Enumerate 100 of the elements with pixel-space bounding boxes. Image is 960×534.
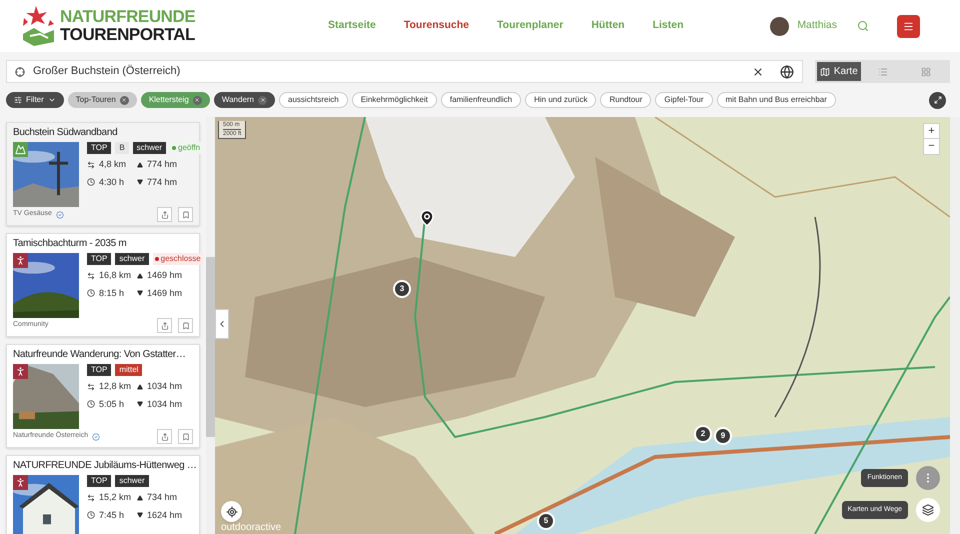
tour-title[interactable]: Buchstein Südwandband: [13, 126, 118, 139]
tour-tag: TOP: [87, 475, 112, 487]
distance-stat: 16,8 km: [87, 269, 137, 282]
zoom-out-button[interactable]: −: [924, 139, 939, 154]
filter-chip[interactable]: mit Bahn und Bus erreichbar: [716, 92, 836, 108]
filter-chip[interactable]: familienfreundlich: [440, 92, 522, 108]
crosshair-icon: [15, 66, 25, 76]
logo-text: TOURENPORTAL: [60, 26, 196, 44]
zoom-in-button[interactable]: +: [924, 124, 939, 139]
filter-chip[interactable]: Gipfel-Tour: [655, 92, 713, 108]
walking-person-icon: [13, 253, 28, 268]
bookmark-button[interactable]: [178, 318, 193, 333]
bookmark-icon: [182, 322, 190, 330]
remove-icon: [120, 96, 129, 104]
duration-stat: 7:45 h: [87, 508, 137, 522]
tour-tag: B: [115, 142, 129, 154]
menu-button[interactable]: [897, 14, 920, 38]
expand-icon: [934, 96, 942, 104]
up-triangle-icon: [137, 384, 143, 390]
filter-chip[interactable]: Wandern: [214, 92, 276, 108]
map-view-tab[interactable]: Karte: [817, 62, 861, 81]
search-field[interactable]: Großer Buchstein (Österreich): [6, 60, 803, 83]
clock-icon: [87, 178, 95, 186]
share-button[interactable]: [157, 318, 172, 333]
descent-stat: 1034 hm: [137, 398, 193, 411]
share-button[interactable]: [157, 207, 172, 222]
down-triangle-icon: [137, 290, 143, 296]
descent-stat: 1469 hm: [137, 286, 193, 300]
map-pin-icon: [418, 209, 436, 227]
logo-text: NATURFREUNDE: [60, 8, 196, 26]
menu-icon: [903, 20, 914, 32]
brand-logo: outdooractive: [221, 522, 282, 534]
down-triangle-icon: [137, 512, 143, 518]
nav-link[interactable]: Tourensuche: [404, 18, 470, 34]
filter-chip[interactable]: Top-Touren: [68, 92, 137, 108]
distance-stat: 15,2 km: [87, 491, 137, 504]
tour-tag: schwer: [132, 142, 166, 154]
walking-person-icon: [13, 364, 28, 379]
tour-tag: schwer: [115, 475, 149, 487]
filter-icon: [14, 96, 22, 104]
filter-button[interactable]: Filter: [6, 92, 64, 108]
clock-icon: [87, 511, 95, 520]
filter-chip[interactable]: Rundtour: [600, 92, 652, 108]
user-avatar[interactable]: [770, 16, 790, 36]
tour-tag: TOP: [87, 142, 112, 154]
grid-icon: [921, 66, 932, 76]
down-triangle-icon: [137, 401, 143, 408]
tour-card[interactable]: NATURFREUNDE Jubiläums-Hüttenweg … TOP schwer 15,2 km 734 hm 7:45 h 1624 hm: [6, 455, 200, 534]
search-icon: [857, 20, 869, 32]
duration-stat: 8:15 h: [87, 286, 137, 300]
status-tag: geöffn: [170, 142, 202, 154]
tour-tag: schwer: [115, 253, 149, 265]
fullscreen-button[interactable]: [929, 92, 946, 108]
tour-title[interactable]: Naturfreunde Wanderung: Von Gstatter…: [13, 348, 186, 361]
walking-person-icon: [13, 475, 28, 490]
share-icon: [160, 322, 168, 330]
up-triangle-icon: [137, 494, 143, 501]
filter-chip[interactable]: Einkehrmöglichkeit: [352, 92, 437, 108]
remove-icon: [258, 96, 268, 104]
close-icon: [752, 66, 764, 78]
tour-tag: mittel: [115, 364, 142, 376]
mountain-icon: [13, 142, 28, 157]
remove-icon: [192, 96, 202, 104]
distance-stat: 12,8 km: [87, 380, 137, 394]
duration-stat: 4:30 h: [87, 176, 137, 189]
up-triangle-icon: [137, 272, 143, 279]
bookmark-icon: [182, 210, 190, 218]
bookmark-button[interactable]: [178, 207, 193, 222]
ascent-stat: 1034 hm: [137, 380, 193, 394]
tour-tag: TOP: [87, 253, 112, 265]
bookmark-button[interactable]: [178, 429, 193, 444]
filter-chip[interactable]: aussichtsreich: [279, 92, 348, 108]
clock-icon: [87, 289, 95, 298]
duration-stat: 5:05 h: [87, 398, 137, 411]
arrows-icon: [87, 382, 95, 391]
share-icon: [160, 432, 168, 440]
descent-stat: 774 hm: [137, 176, 193, 189]
arrows-icon: [87, 494, 95, 502]
locate-icon: [226, 506, 238, 518]
layers-icon: [922, 504, 934, 516]
ascent-stat: 734 hm: [137, 491, 193, 504]
scrollbar[interactable]: [206, 117, 215, 534]
tour-tag: TOP: [87, 364, 112, 376]
tour-title[interactable]: NATURFREUNDE Jubiläums-Hüttenweg …: [13, 459, 197, 472]
filter-chip[interactable]: Hin und zurück: [525, 92, 596, 108]
scrollbar[interactable]: [950, 117, 960, 534]
globe-icon: [780, 64, 794, 78]
share-button[interactable]: [157, 429, 172, 444]
arrows-icon: [87, 272, 95, 280]
distance-stat: 4,8 km: [87, 158, 137, 172]
status-tag: geschlosse: [152, 253, 203, 265]
bookmark-icon: [182, 432, 190, 440]
share-icon: [160, 210, 168, 218]
arrows-icon: [87, 160, 95, 169]
chevron-icon: [48, 96, 56, 104]
down-triangle-icon: [137, 179, 143, 186]
descent-stat: 1624 hm: [137, 508, 193, 522]
ascent-stat: 1469 hm: [137, 269, 193, 282]
clock-icon: [87, 400, 95, 408]
tour-title[interactable]: Tamischbachturm - 2035 m: [13, 237, 126, 250]
